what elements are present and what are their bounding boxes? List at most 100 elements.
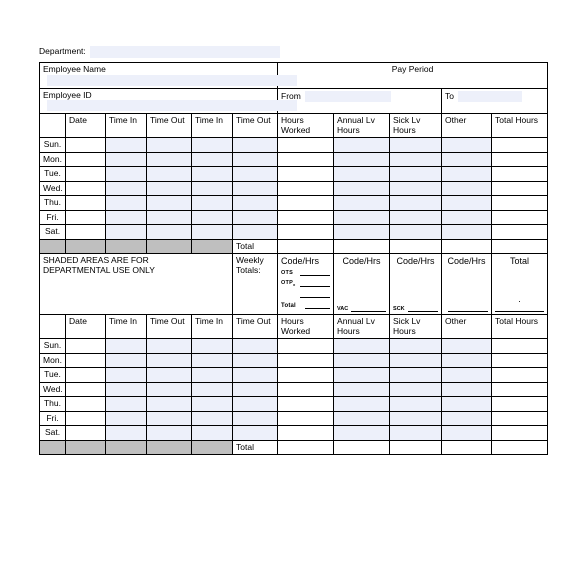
code-value-sck[interactable]	[407, 310, 439, 313]
cell-sick-lv[interactable]	[389, 338, 443, 354]
cell-time-in-2[interactable]	[191, 195, 233, 211]
cell-date[interactable]	[65, 396, 106, 412]
cell-annual-lv[interactable]	[333, 151, 391, 168]
cell-date[interactable]	[65, 224, 106, 240]
cell-hours-worked[interactable]	[277, 224, 335, 240]
cell-time-out-2[interactable]	[231, 367, 279, 383]
cell-time-in-1[interactable]	[105, 425, 147, 441]
pay-period-to-cell[interactable]: To	[441, 87, 549, 115]
code-line-blank[interactable]	[281, 290, 331, 299]
code-value-otp[interactable]	[300, 285, 331, 288]
code-line-total[interactable]: Total	[281, 301, 331, 310]
employee-id-cell[interactable]: Employee ID	[38, 87, 297, 115]
cell-hours-worked[interactable]	[277, 180, 335, 197]
cell-other[interactable]	[441, 367, 493, 383]
cell-time-in-2[interactable]	[191, 367, 233, 383]
cell-total-hours[interactable]	[491, 151, 549, 168]
cell-other[interactable]	[441, 195, 493, 211]
cell-annual-lv[interactable]	[333, 425, 391, 441]
cell-time-out-2[interactable]	[231, 338, 279, 354]
pay-period-from-cell[interactable]: From	[277, 87, 443, 115]
cell-time-out-2[interactable]	[231, 151, 279, 168]
cell-time-out-2[interactable]	[231, 195, 279, 211]
cell-time-out-2[interactable]	[231, 137, 279, 153]
cell-annual-lv[interactable]	[333, 166, 391, 182]
cell-time-out-1[interactable]	[146, 224, 192, 240]
cell-sick-lv[interactable]	[389, 367, 443, 383]
cell-sick-lv[interactable]	[389, 425, 443, 441]
employee-name-cell[interactable]: Employee Name	[38, 62, 297, 89]
cell-time-out-1[interactable]	[146, 180, 192, 197]
cell-other[interactable]	[441, 352, 493, 369]
cell-total-hours[interactable]	[491, 352, 549, 369]
cell-time-out-1[interactable]	[146, 195, 192, 211]
cell-time-out-2[interactable]	[231, 352, 279, 369]
cell-time-in-1[interactable]	[105, 367, 147, 383]
cell-total-hours[interactable]	[491, 396, 549, 412]
cell-other[interactable]	[441, 338, 493, 354]
code-value-grand-total[interactable]	[495, 310, 545, 313]
cell-date[interactable]	[65, 381, 106, 398]
cell-other[interactable]	[441, 209, 493, 226]
cell-time-in-1[interactable]	[105, 137, 147, 153]
cell-annual-lv[interactable]	[333, 367, 391, 383]
cell-time-in-2[interactable]	[191, 180, 233, 197]
cell-other[interactable]	[441, 425, 493, 441]
cell-time-out-2[interactable]	[231, 381, 279, 398]
pay-period-to-input[interactable]	[458, 90, 523, 102]
department-input[interactable]	[89, 45, 280, 58]
cell-time-out-1[interactable]	[146, 396, 192, 412]
cell-hours-worked[interactable]	[277, 367, 335, 383]
cell-total-hours[interactable]	[491, 224, 549, 240]
cell-time-in-1[interactable]	[105, 352, 147, 369]
cell-time-in-2[interactable]	[191, 151, 233, 168]
cell-hours-worked[interactable]	[277, 410, 335, 427]
cell-sick-lv[interactable]	[389, 151, 443, 168]
cell-total-hours[interactable]	[491, 338, 549, 354]
cell-sick-lv[interactable]	[389, 352, 443, 369]
code-line-sck[interactable]: SCK	[393, 304, 439, 313]
cell-time-in-2[interactable]	[191, 338, 233, 354]
cell-hours-worked[interactable]	[277, 396, 335, 412]
cell-time-in-2[interactable]	[191, 425, 233, 441]
cell-time-in-1[interactable]	[105, 195, 147, 211]
code-line-grand-total[interactable]	[495, 304, 545, 313]
cell-date[interactable]	[65, 410, 106, 427]
cell-date[interactable]	[65, 137, 106, 153]
cell-annual-lv[interactable]	[333, 396, 391, 412]
cell-total-hours[interactable]	[491, 381, 549, 398]
cell-other[interactable]	[441, 410, 493, 427]
cell-annual-lv[interactable]	[333, 195, 391, 211]
cell-total-hours[interactable]	[491, 367, 549, 383]
cell-sick-lv[interactable]	[389, 209, 443, 226]
cell-time-in-1[interactable]	[105, 396, 147, 412]
code-value-blank[interactable]	[300, 296, 331, 299]
cell-other[interactable]	[441, 137, 493, 153]
cell-time-out-1[interactable]	[146, 338, 192, 354]
cell-hours-worked[interactable]	[277, 195, 335, 211]
cell-time-in-2[interactable]	[191, 224, 233, 240]
cell-sick-lv[interactable]	[389, 180, 443, 197]
cell-time-out-2[interactable]	[231, 425, 279, 441]
total-hours-worked[interactable]	[277, 439, 335, 456]
cell-time-out-2[interactable]	[231, 166, 279, 182]
cell-time-out-2[interactable]	[231, 396, 279, 412]
cell-time-out-1[interactable]	[146, 137, 192, 153]
total-hours-worked[interactable]	[277, 238, 335, 255]
total-total-hours[interactable]	[491, 238, 549, 255]
cell-hours-worked[interactable]	[277, 338, 335, 354]
total-annual-lv[interactable]	[333, 238, 391, 255]
cell-sick-lv[interactable]	[389, 224, 443, 240]
cell-time-in-1[interactable]	[105, 151, 147, 168]
cell-hours-worked[interactable]	[277, 166, 335, 182]
cell-time-out-1[interactable]	[146, 381, 192, 398]
cell-time-out-2[interactable]	[231, 410, 279, 427]
cell-other[interactable]	[441, 151, 493, 168]
total-other[interactable]	[441, 439, 493, 456]
cell-other[interactable]	[441, 224, 493, 240]
cell-sick-lv[interactable]	[389, 166, 443, 182]
employee-name-input[interactable]	[47, 74, 297, 86]
cell-time-in-1[interactable]	[105, 410, 147, 427]
cell-annual-lv[interactable]	[333, 224, 391, 240]
cell-sick-lv[interactable]	[389, 195, 443, 211]
